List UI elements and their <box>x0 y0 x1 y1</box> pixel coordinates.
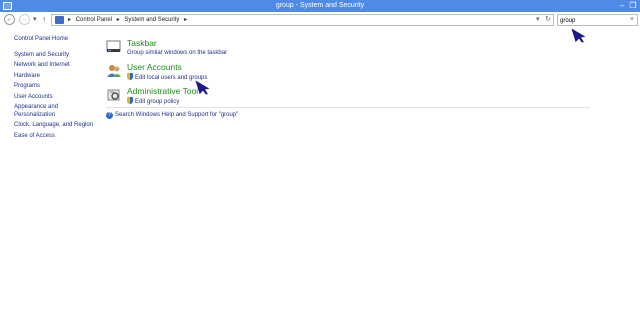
uac-shield-icon <box>127 97 133 104</box>
user-accounts-icon <box>107 65 121 77</box>
search-results: Taskbar Group similar windows on the tas… <box>106 38 590 110</box>
refresh-icon[interactable]: ↻ <box>545 15 551 25</box>
title-bar: group - System and Security – ❐ <box>0 0 640 12</box>
result-link-edit-group-policy[interactable]: Edit group policy <box>127 97 179 106</box>
result-taskbar: Taskbar Group similar windows on the tas… <box>106 38 590 62</box>
navigation-bar: ← → ▾ ↑ ▸ Control Panel ▸ System and Sec… <box>0 12 640 28</box>
control-panel-icon <box>55 16 64 24</box>
result-heading-user-accounts[interactable]: User Accounts <box>127 62 182 72</box>
restore-button[interactable]: ❐ <box>628 1 638 11</box>
results-divider <box>106 107 590 108</box>
forward-button[interactable]: → <box>19 14 30 25</box>
back-button[interactable]: ← <box>4 14 15 25</box>
result-heading-taskbar[interactable]: Taskbar <box>127 38 157 48</box>
breadcrumb: ▸ Control Panel ▸ System and Security ▸ <box>68 16 190 25</box>
taskbar-icon <box>106 40 121 52</box>
breadcrumb-system-and-security[interactable]: System and Security <box>124 17 179 23</box>
help-icon: ? <box>106 112 113 119</box>
sidebar-item-clock-language-region[interactable]: Clock, Language, and Region <box>14 122 102 130</box>
window-title: group - System and Security <box>275 2 365 9</box>
sidebar-item-network-and-internet[interactable]: Network and Internet <box>14 62 102 70</box>
uac-shield-icon <box>127 73 133 80</box>
sidebar-item-ease-of-access[interactable]: Ease of Access <box>14 133 102 141</box>
result-link-group-similar-windows[interactable]: Group similar windows on the taskbar <box>127 49 227 57</box>
breadcrumb-separator-icon[interactable]: ▸ <box>184 17 187 23</box>
sidebar-item-appearance-and-personalization[interactable]: Appearance and <box>14 104 102 112</box>
administrative-tools-icon <box>107 89 120 101</box>
result-heading-administrative-tools[interactable]: Administrative Tools <box>127 86 202 96</box>
breadcrumb-separator-icon[interactable]: ▸ <box>117 17 120 23</box>
sidebar: Control Panel Home System and Security N… <box>14 36 102 140</box>
clear-search-icon[interactable]: × <box>630 15 634 25</box>
sidebar-item-hardware[interactable]: Hardware <box>14 73 102 81</box>
arrow-cursor-icon <box>194 78 212 96</box>
result-link-label: Edit group policy <box>135 99 180 105</box>
result-user-accounts: User Accounts Edit local users and group… <box>106 62 590 86</box>
address-bar[interactable]: ▸ Control Panel ▸ System and Security ▸ … <box>51 14 554 26</box>
sidebar-item-programs[interactable]: Programs <box>14 83 102 91</box>
breadcrumb-control-panel[interactable]: Control Panel <box>76 17 112 23</box>
sidebar-item-user-accounts[interactable]: User Accounts <box>14 94 102 102</box>
search-input[interactable] <box>560 16 620 25</box>
arrow-cursor-icon <box>570 26 588 44</box>
up-button[interactable]: ↑ <box>42 15 46 24</box>
address-dropdown-chevron-icon[interactable]: ▾ <box>536 15 540 25</box>
search-help-label: Search Windows Help and Support for "gro… <box>115 112 239 118</box>
search-help-link[interactable]: ? Search Windows Help and Support for "gr… <box>106 111 238 120</box>
sidebar-item-system-and-security[interactable]: System and Security <box>14 52 102 60</box>
sidebar-item-appearance-and-personalization-line2[interactable]: Personalization <box>14 112 102 120</box>
recent-pages-chevron-icon[interactable]: ▾ <box>33 15 37 24</box>
sidebar-item-control-panel-home[interactable]: Control Panel Home <box>14 36 102 44</box>
breadcrumb-separator-icon: ▸ <box>68 17 72 23</box>
minimize-button[interactable]: – <box>617 1 627 11</box>
